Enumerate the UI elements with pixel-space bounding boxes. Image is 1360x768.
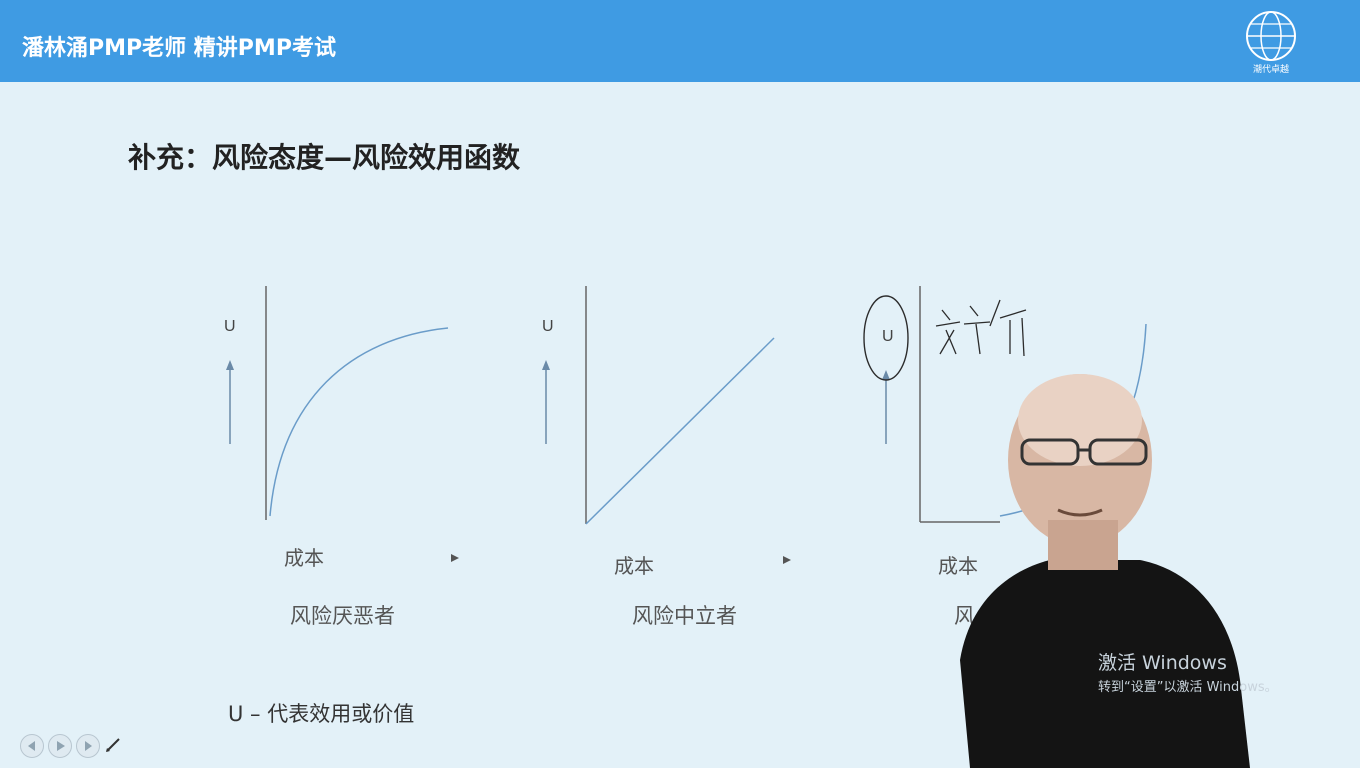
arrow-right-icon [451,554,459,562]
next-icon[interactable] [76,734,100,758]
legend-text: U – 代表效用或价值 [228,702,415,726]
logo-text: 潮代卓越 [1253,63,1289,75]
play-icon[interactable] [48,734,72,758]
header-title: 潘林涌PMP老师 精讲PMP考试 [22,36,336,61]
slideshow-controls [20,734,240,760]
risk-type-label: 风险厌恶者 [290,604,395,628]
cost-axis-label: 成本 [284,546,324,570]
utility-curve-averse [226,286,449,520]
presenter-video [960,374,1250,768]
cost-axis-label: 成本 [614,554,654,578]
previous-icon[interactable] [20,734,44,758]
handwritten-note [935,299,1027,357]
handwritten-circle [863,295,909,381]
activation-watermark-title: 激活 Windows [1098,652,1227,674]
globe-logo-icon: 潮代卓越 [1246,11,1296,75]
arrow-right-icon [783,556,791,564]
header-bar: 潘林涌PMP老师 精讲PMP考试 潮代卓越 [0,0,1360,82]
pen-icon[interactable] [104,736,122,754]
slide-title: 补充：风险态度—风险效用函数 [128,141,521,174]
utility-line-neutral [542,286,775,525]
risk-type-label: 风险中立者 [632,604,737,628]
activation-watermark-subtitle: 转到“设置”以激活 Windows。 [1098,680,1278,695]
